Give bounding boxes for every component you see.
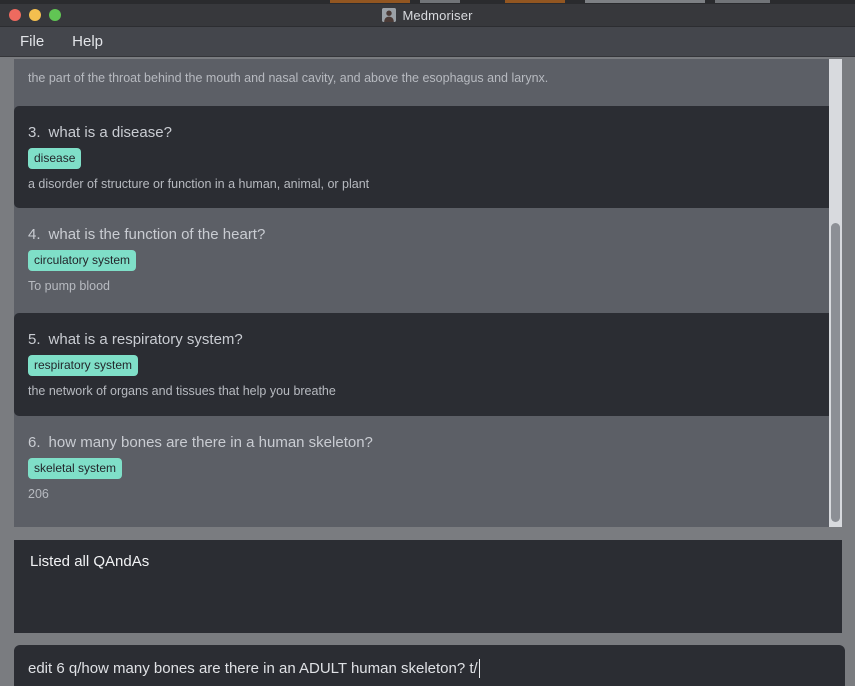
list-item[interactable]: the part of the throat behind the mouth … bbox=[14, 59, 548, 106]
window-title-group: Medmoriser bbox=[382, 8, 472, 23]
menu-item-help[interactable]: Help bbox=[72, 33, 103, 50]
qanda-tag[interactable]: skeletal system bbox=[28, 458, 123, 479]
qanda-list-panel: the part of the throat behind the mouth … bbox=[14, 59, 842, 527]
application-window: Medmoriser File Help the part of the thr… bbox=[0, 0, 855, 686]
qanda-question: 5. what is a respiratory system? bbox=[28, 313, 828, 348]
qanda-tag[interactable]: respiratory system bbox=[28, 355, 139, 376]
head-profile-icon bbox=[382, 8, 397, 22]
menu-bar: File Help bbox=[0, 27, 855, 57]
qanda-number: 5. bbox=[28, 331, 41, 348]
menu-item-file[interactable]: File bbox=[20, 33, 44, 50]
qanda-number: 6. bbox=[28, 434, 41, 451]
list-item[interactable]: 4. what is the function of the heart? cir… bbox=[14, 208, 265, 313]
status-result-panel: Listed all QAndAs bbox=[14, 540, 842, 633]
text-cursor bbox=[478, 658, 480, 678]
list-item[interactable]: 5. what is a respiratory system? respirat… bbox=[14, 313, 842, 416]
qanda-question-text: how many bones are there in a human skel… bbox=[48, 434, 373, 451]
qanda-question-text: what is a respiratory system? bbox=[48, 331, 243, 348]
window-title: Medmoriser bbox=[402, 7, 473, 23]
qanda-list-scroll-area[interactable]: the part of the throat behind the mouth … bbox=[14, 59, 842, 527]
list-scrollbar-track[interactable] bbox=[829, 59, 842, 527]
list-item[interactable]: 6. how many bones are there in a human sk… bbox=[14, 416, 373, 523]
qanda-question-text: what is a disease? bbox=[48, 124, 172, 141]
status-message: Listed all QAndAs bbox=[30, 553, 150, 570]
list-item[interactable]: 3. what is a disease? disease a disorder … bbox=[14, 106, 842, 208]
command-input-value: edit 6 q/how many bones are there in an … bbox=[28, 659, 478, 677]
maximize-button[interactable] bbox=[49, 9, 61, 21]
command-input-box[interactable]: edit 6 q/how many bones are there in an … bbox=[14, 645, 845, 686]
title-bar: Medmoriser bbox=[0, 4, 855, 27]
minimize-button[interactable] bbox=[29, 9, 41, 21]
qanda-tag[interactable]: disease bbox=[28, 148, 82, 169]
qanda-question-text: what is the function of the heart? bbox=[48, 226, 266, 243]
window-controls bbox=[9, 4, 61, 26]
qanda-answer: a disorder of structure or function in a… bbox=[28, 177, 370, 191]
close-button[interactable] bbox=[9, 9, 21, 21]
qanda-tag-row: respiratory system bbox=[28, 355, 828, 376]
list-scrollbar-thumb[interactable] bbox=[831, 222, 840, 523]
qanda-tag[interactable]: circulatory system bbox=[28, 250, 137, 271]
qanda-tag-row: disease bbox=[28, 148, 828, 169]
qanda-answer: the network of organs and tissues that h… bbox=[28, 384, 336, 398]
qanda-number: 3. bbox=[28, 124, 41, 141]
qanda-number: 4. bbox=[28, 226, 41, 243]
qanda-question: 3. what is a disease? bbox=[28, 106, 828, 141]
